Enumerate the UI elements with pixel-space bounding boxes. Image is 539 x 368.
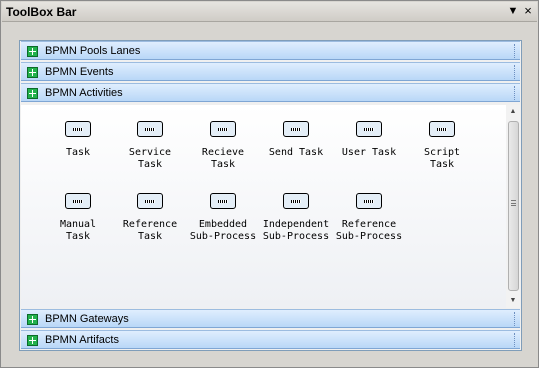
tool-task[interactable]: Task: [42, 121, 114, 159]
window-menu-icon[interactable]: ▼: [506, 4, 520, 18]
tool-reference-sub-process[interactable]: Reference Sub-Process: [333, 193, 405, 243]
tool-user-task[interactable]: User Task: [333, 121, 405, 159]
tool-recieve-task[interactable]: Recieve Task: [187, 121, 259, 171]
vertical-scrollbar[interactable]: ▲ ▼: [506, 105, 520, 308]
grip-icon: [514, 333, 517, 347]
section-label: BPMN Gateways: [45, 313, 129, 325]
expand-plus-icon: [27, 314, 38, 325]
section-bpmn-activities[interactable]: BPMN Activities: [21, 83, 520, 102]
tool-label: Reference Sub-Process: [335, 219, 403, 242]
toolbox-panel: BPMN Pools Lanes BPMN Events BPMN Activi…: [19, 40, 522, 351]
tool-service-task[interactable]: Service Task: [114, 121, 186, 171]
tool-label: Embedded Sub-Process: [189, 219, 257, 242]
grip-icon: [514, 312, 517, 326]
task-icon: [356, 193, 382, 209]
window-title: ToolBox Bar: [6, 5, 77, 19]
expand-plus-icon: [27, 46, 38, 57]
task-icon: [356, 121, 382, 137]
tool-label: Independent Sub-Process: [262, 219, 330, 242]
expand-plus-icon: [27, 335, 38, 346]
tool-independent-sub-process[interactable]: Independent Sub-Process: [260, 193, 332, 243]
grip-icon: [514, 86, 517, 100]
tool-reference-task[interactable]: Reference Task: [114, 193, 186, 243]
section-label: BPMN Activities: [45, 87, 123, 99]
task-icon: [210, 121, 236, 137]
tool-label: User Task: [341, 147, 397, 158]
task-icon: [137, 121, 163, 137]
tool-label: Send Task: [268, 147, 324, 158]
scroll-down-icon[interactable]: ▼: [506, 294, 520, 308]
tool-label: Reference Task: [122, 219, 178, 242]
tool-label: Script Task: [423, 147, 461, 170]
grip-icon: [511, 200, 516, 206]
section-bpmn-artifacts[interactable]: BPMN Artifacts: [21, 330, 520, 349]
expand-plus-icon: [27, 88, 38, 99]
task-icon: [283, 193, 309, 209]
section-bpmn-gateways[interactable]: BPMN Gateways: [21, 309, 520, 328]
task-icon: [137, 193, 163, 209]
tool-label: Recieve Task: [201, 147, 245, 170]
scrollbar-thumb[interactable]: [508, 121, 519, 291]
tool-embedded-sub-process[interactable]: Embedded Sub-Process: [187, 193, 259, 243]
task-icon: [65, 193, 91, 209]
tool-label: Service Task: [128, 147, 172, 170]
close-icon[interactable]: ×: [521, 4, 535, 18]
grip-icon: [514, 44, 517, 58]
task-icon: [65, 121, 91, 137]
task-icon: [283, 121, 309, 137]
section-label: BPMN Artifacts: [45, 334, 119, 346]
grip-icon: [514, 65, 517, 79]
section-label: BPMN Pools Lanes: [45, 45, 141, 57]
section-bpmn-events[interactable]: BPMN Events: [21, 62, 520, 81]
tool-manual-task[interactable]: Manual Task: [42, 193, 114, 243]
tool-label: Task: [65, 147, 91, 158]
toolbox-window: ToolBox Bar ▼ × BPMN Pools Lanes BPMN Ev…: [0, 0, 539, 368]
scroll-up-icon[interactable]: ▲: [506, 105, 520, 119]
tool-send-task[interactable]: Send Task: [260, 121, 332, 159]
tool-script-task[interactable]: Script Task: [406, 121, 478, 171]
tool-label: Manual Task: [59, 219, 97, 242]
title-bar: ToolBox Bar ▼ ×: [2, 2, 537, 22]
section-bpmn-pools-lanes[interactable]: BPMN Pools Lanes: [21, 41, 520, 60]
task-icon: [210, 193, 236, 209]
expand-plus-icon: [27, 67, 38, 78]
section-label: BPMN Events: [45, 66, 114, 78]
task-icon: [429, 121, 455, 137]
activities-content: Task Service Task Recieve Task Send Task…: [21, 105, 520, 308]
